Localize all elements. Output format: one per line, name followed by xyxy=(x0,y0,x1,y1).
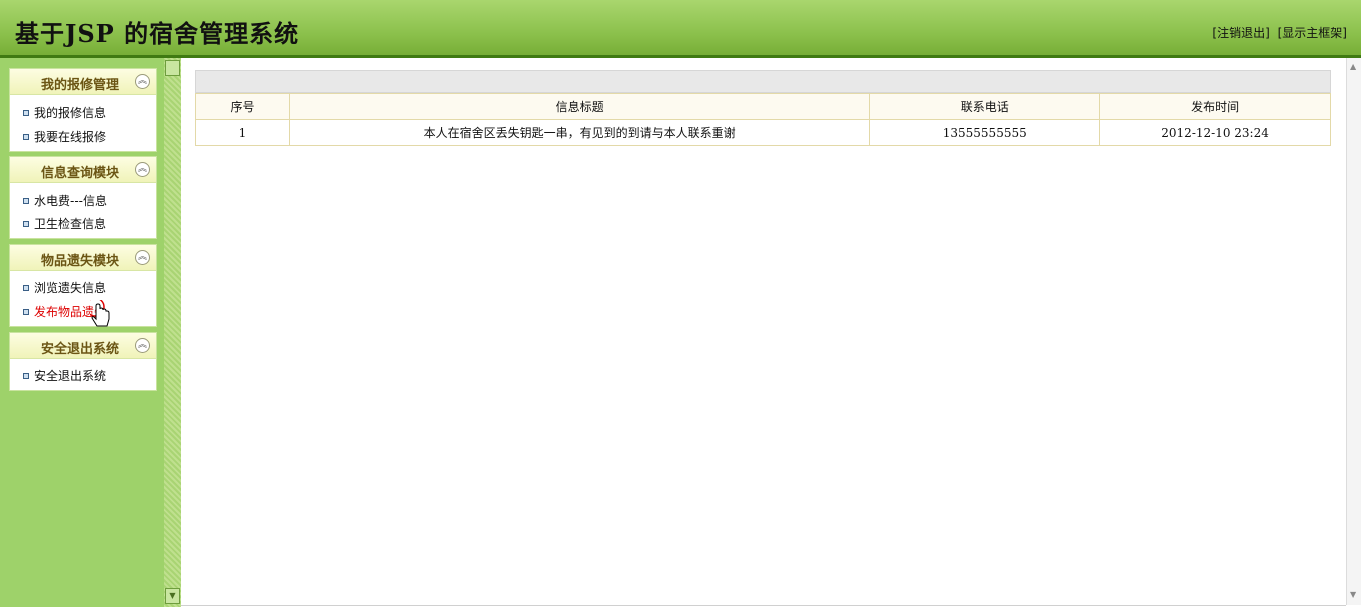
collapse-icon[interactable]: ︽ xyxy=(135,338,150,353)
panel-title: 安全退出系统 xyxy=(40,342,119,357)
scroll-down-arrow-icon[interactable]: ▼ xyxy=(1350,590,1356,599)
panel-header[interactable]: 物品遗失模块 ︽ xyxy=(10,245,156,271)
collapse-icon[interactable]: ︽ xyxy=(135,162,150,177)
cell-phone: 13555555555 xyxy=(869,119,1101,146)
vertical-scrollbar[interactable]: ▲ ▼ xyxy=(1346,58,1361,605)
panel-header[interactable]: 信息查询模块 ︽ xyxy=(10,157,156,183)
header-links: [注销退出] [显示主框架] xyxy=(1208,24,1347,41)
table-toolbar xyxy=(195,70,1331,93)
column-header-title: 信息标题 xyxy=(288,93,871,120)
table-row[interactable]: 1 本人在宿舍区丢失钥匙一串，有见到的到请与本人联系重谢 13555555555… xyxy=(195,119,1331,146)
cell-index: 1 xyxy=(195,119,290,146)
panel-logout: 安全退出系统 ︽ 安全退出系统 xyxy=(9,332,157,391)
column-header-index: 序号 xyxy=(195,93,290,120)
frame-splitter[interactable]: ▼ xyxy=(164,58,181,607)
bullet-icon xyxy=(23,372,29,379)
sidebar-item-hygiene-check[interactable]: 卫生检查信息 xyxy=(23,215,106,232)
bullet-icon xyxy=(23,220,29,227)
column-header-phone: 联系电话 xyxy=(869,93,1101,120)
bullet-icon xyxy=(23,308,29,315)
main-content: 序号 信息标题 联系电话 发布时间 1 本人在宿舍区丢失钥匙一串，有见到的到请与… xyxy=(181,58,1346,606)
panel-header[interactable]: 安全退出系统 ︽ xyxy=(10,333,156,359)
column-header-time: 发布时间 xyxy=(1099,93,1331,120)
collapse-icon[interactable]: ︽ xyxy=(135,74,150,89)
panel-header[interactable]: 我的报修管理 ︽ xyxy=(10,69,156,95)
panel-title: 我的报修管理 xyxy=(40,78,119,93)
cell-time: 2012-12-10 23:24 xyxy=(1099,119,1331,146)
bullet-icon xyxy=(23,109,29,116)
sidebar-item-safe-logout[interactable]: 安全退出系统 xyxy=(23,367,106,384)
panel-title: 物品遗失模块 xyxy=(40,254,119,269)
collapse-icon[interactable]: ︽ xyxy=(135,250,150,265)
sidebar-item-online-repair[interactable]: 我要在线报修 xyxy=(23,128,106,145)
sidebar-item-my-repair-info[interactable]: 我的报修信息 xyxy=(23,104,106,121)
app-header: 基于JSP 的宿舍管理系统 [注销退出] [显示主框架] xyxy=(0,0,1361,58)
bullet-icon xyxy=(23,133,29,140)
panel-title: 信息查询模块 xyxy=(40,166,119,181)
sidebar: 我的报修管理 ︽ 我的报修信息 我要在线报修 信息查询模块 ︽ 水电费---信息… xyxy=(0,58,164,607)
hand-cursor-icon xyxy=(90,300,110,327)
table-header-row: 序号 信息标题 联系电话 发布时间 xyxy=(195,93,1331,120)
cell-title[interactable]: 本人在宿舍区丢失钥匙一串，有见到的到请与本人联系重谢 xyxy=(288,119,871,146)
splitter-toggle-button[interactable] xyxy=(165,60,180,76)
logout-link[interactable]: [注销退出] xyxy=(1212,26,1269,40)
show-main-frame-link[interactable]: [显示主框架] xyxy=(1278,26,1347,40)
bullet-icon xyxy=(23,284,29,291)
panel-info-query: 信息查询模块 ︽ 水电费---信息 卫生检查信息 xyxy=(9,156,157,239)
app-title: 基于JSP 的宿舍管理系统 xyxy=(15,19,300,48)
splitter-down-arrow-icon[interactable]: ▼ xyxy=(165,588,180,604)
panel-lost-items: 物品遗失模块 ︽ 浏览遗失信息 发布物品遗失 xyxy=(9,244,157,327)
sidebar-item-utility-fees[interactable]: 水电费---信息 xyxy=(23,192,107,209)
lost-items-table: 序号 信息标题 联系电话 发布时间 1 本人在宿舍区丢失钥匙一串，有见到的到请与… xyxy=(195,93,1331,146)
bullet-icon xyxy=(23,197,29,204)
scroll-up-arrow-icon[interactable]: ▲ xyxy=(1350,62,1356,71)
panel-repair: 我的报修管理 ︽ 我的报修信息 我要在线报修 xyxy=(9,68,157,152)
sidebar-item-browse-lost[interactable]: 浏览遗失信息 xyxy=(23,279,106,296)
